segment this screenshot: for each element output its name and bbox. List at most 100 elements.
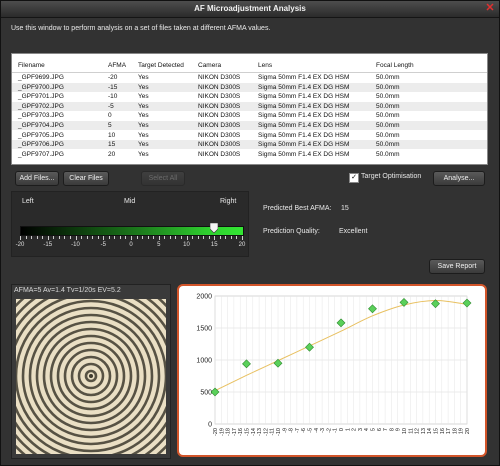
slider-tick-label: -10 bbox=[71, 242, 80, 248]
x-tick-label: 4 bbox=[364, 428, 370, 431]
cell-lens: Sigma 50mm F1.4 EX DG HSM bbox=[258, 74, 350, 81]
y-tick-label: 1000 bbox=[196, 358, 212, 365]
slider-tick bbox=[75, 236, 77, 240]
slider-tick bbox=[103, 236, 105, 240]
table-header: Filename AFMA Target Detected Camera Len… bbox=[12, 59, 487, 73]
table-row[interactable]: _GPF9701.JPG -10 Yes NIKON D300S Sigma 50mm … bbox=[12, 92, 487, 101]
slider-tick bbox=[25, 236, 27, 239]
window-title: AF Microadjustment Analysis bbox=[194, 4, 306, 13]
cell-focal-length: 50.0mm bbox=[376, 122, 400, 129]
cell-target-detected: Yes bbox=[138, 122, 149, 129]
x-tick-label: -16 bbox=[238, 428, 244, 436]
cell-filename: _GPF9699.JPG bbox=[18, 74, 64, 81]
slider-tick bbox=[236, 236, 238, 239]
slider-tick bbox=[158, 236, 160, 240]
files-table[interactable]: Filename AFMA Target Detected Camera Len… bbox=[11, 53, 488, 165]
x-tick-label: 0 bbox=[339, 428, 345, 431]
slider-mid-label: Mid bbox=[124, 198, 136, 205]
x-tick-label: -11 bbox=[270, 428, 276, 436]
column-header-focal-length[interactable]: Focal Length bbox=[376, 62, 414, 69]
cell-lens: Sigma 50mm F1.4 EX DG HSM bbox=[258, 83, 350, 91]
slider-tick bbox=[36, 236, 38, 239]
slider-tick bbox=[186, 236, 188, 240]
cell-camera: NIKON D300S bbox=[198, 150, 241, 158]
slider-tick bbox=[136, 236, 138, 239]
x-tick-label: -17 bbox=[232, 428, 238, 436]
table-row[interactable]: _GPF9700.JPG -15 Yes NIKON D300S Sigma 50mm … bbox=[12, 82, 487, 92]
column-header-lens[interactable]: Lens bbox=[258, 62, 272, 69]
close-icon[interactable]: ✕ bbox=[484, 3, 496, 14]
slider-tick bbox=[31, 236, 33, 239]
x-tick-label: 7 bbox=[383, 428, 389, 431]
cell-camera: NIKON D300S bbox=[198, 122, 241, 129]
slider-tick bbox=[225, 236, 227, 239]
slider-tick-label: 10 bbox=[183, 242, 190, 248]
x-tick-label: 3 bbox=[358, 428, 364, 431]
cell-afma: 5 bbox=[108, 122, 112, 129]
table-row[interactable]: _GPF9705.JPG 10 Yes NIKON D300S Sigma 50mm F… bbox=[12, 131, 487, 140]
cell-filename: _GPF9702.JPG bbox=[18, 102, 64, 110]
cell-focal-length: 50.0mm bbox=[376, 112, 400, 120]
y-tick-label: 2000 bbox=[196, 294, 212, 301]
clear-files-button[interactable]: Clear Files bbox=[63, 171, 109, 186]
x-tick-label: 19 bbox=[459, 428, 465, 434]
x-tick-label: 17 bbox=[446, 428, 452, 434]
select-all-button[interactable]: Select All bbox=[141, 171, 185, 186]
table-row[interactable]: _GPF9707.JPG 20 Yes NIKON D300S Sigma 50mm F… bbox=[12, 150, 487, 159]
x-tick-label: -18 bbox=[226, 428, 232, 436]
cell-afma: 20 bbox=[108, 150, 116, 158]
slider-tick-label: -20 bbox=[15, 242, 25, 248]
x-tick-label: -13 bbox=[257, 428, 263, 436]
x-tick-label: -4 bbox=[314, 428, 320, 433]
slider-tick bbox=[47, 236, 49, 240]
column-header-target-detected[interactable]: Target Detected bbox=[138, 62, 184, 69]
x-tick-label: -7 bbox=[295, 428, 301, 433]
cell-focal-length: 50.0mm bbox=[376, 141, 400, 149]
cell-lens: Sigma 50mm F1.4 EX DG HSM bbox=[258, 141, 350, 149]
cell-lens: Sigma 50mm F1.4 EX DG HSM bbox=[258, 93, 350, 101]
table-row[interactable]: _GPF9699.JPG -20 Yes NIKON D300S Sigma 50mm … bbox=[12, 73, 487, 82]
column-header-camera[interactable]: Camera bbox=[198, 62, 221, 69]
slider-tick bbox=[192, 236, 194, 239]
slider-tick bbox=[64, 236, 66, 239]
cell-afma: 15 bbox=[108, 141, 116, 149]
analyse-button[interactable]: Analyse... bbox=[433, 171, 485, 186]
slider-tick bbox=[169, 236, 171, 239]
cell-focal-length: 50.0mm bbox=[376, 74, 400, 81]
cell-afma: 0 bbox=[108, 112, 112, 120]
cell-afma: -10 bbox=[108, 93, 118, 101]
table-row[interactable]: _GPF9702.JPG -5 Yes NIKON D300S Sigma 50mm F… bbox=[12, 101, 487, 111]
cell-camera: NIKON D300S bbox=[198, 102, 241, 110]
slider-ticks bbox=[20, 236, 243, 240]
cell-camera: NIKON D300S bbox=[198, 112, 241, 120]
cell-target-detected: Yes bbox=[138, 83, 149, 91]
table-row[interactable]: _GPF9706.JPG 15 Yes NIKON D300S Sigma 50mm F… bbox=[12, 140, 487, 150]
column-header-afma[interactable]: AFMA bbox=[108, 62, 126, 69]
cell-lens: Sigma 50mm F1.4 EX DG HSM bbox=[258, 122, 350, 129]
slider-tick bbox=[119, 236, 121, 239]
save-report-button[interactable]: Save Report bbox=[429, 259, 485, 274]
column-header-filename[interactable]: Filename bbox=[18, 62, 45, 69]
slider-tick bbox=[219, 236, 221, 239]
x-tick-label: 16 bbox=[440, 428, 446, 434]
cell-focal-length: 50.0mm bbox=[376, 150, 400, 158]
title-bar: AF Microadjustment Analysis ✕ bbox=[1, 1, 499, 18]
afma-sharpness-chart: 0500100015002000 -20 -19 -18 -17 -16 -15 -14 -1… bbox=[196, 294, 472, 436]
slider-right-label: Right bbox=[220, 198, 237, 205]
cell-focal-length: 50.0mm bbox=[376, 102, 400, 110]
cell-target-detected: Yes bbox=[138, 112, 149, 120]
slider-thumb[interactable] bbox=[210, 223, 219, 233]
slider-tick bbox=[214, 236, 216, 240]
x-tick-label: 2 bbox=[352, 428, 358, 431]
cell-target-detected: Yes bbox=[138, 74, 149, 81]
x-tick-label: 15 bbox=[434, 428, 440, 434]
add-files-button[interactable]: Add Files... bbox=[15, 171, 59, 186]
table-row[interactable]: _GPF9704.JPG 5 Yes NIKON D300S Sigma 50mm F1… bbox=[12, 121, 487, 130]
x-tick-label: -10 bbox=[276, 428, 282, 436]
afma-chart-panel: 0 500 1000 1500 2000 -20 -19 -18 -17 -16 -15 -14 -1… bbox=[177, 284, 487, 457]
target-optimisation-checkbox[interactable]: ✓ bbox=[349, 173, 359, 183]
af-microadjustment-window: AF Microadjustment Analysis ✕ Use this w… bbox=[0, 0, 500, 466]
table-row[interactable]: _GPF9703.JPG 0 Yes NIKON D300S Sigma 50mm F1… bbox=[12, 111, 487, 120]
cell-focal-length: 50.0mm bbox=[376, 83, 400, 91]
x-tick-label: -20 bbox=[213, 428, 219, 436]
